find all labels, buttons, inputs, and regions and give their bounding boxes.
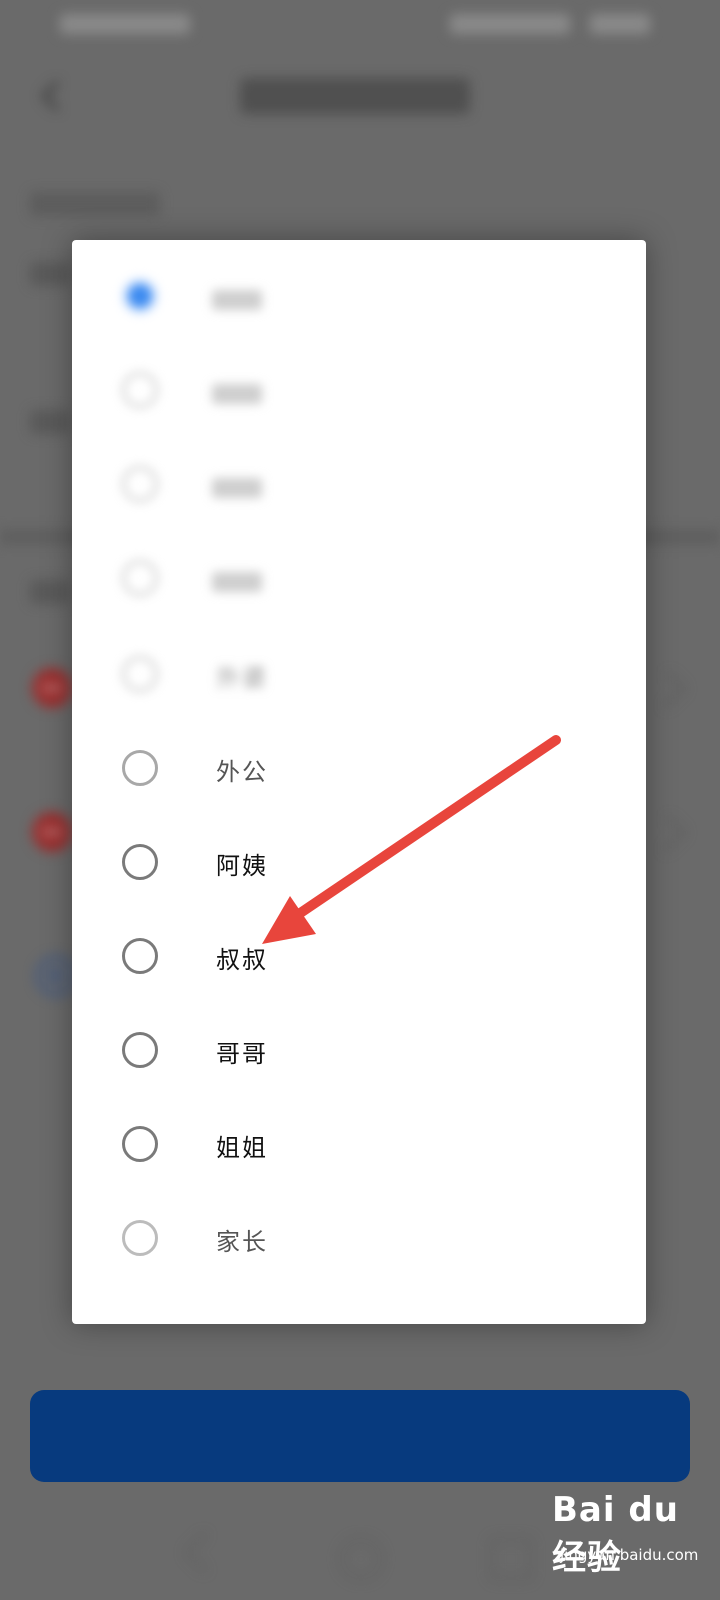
option-label: 外婆 [216,664,268,692]
battery-icon [450,14,570,34]
option-item[interactable]: 外公 [72,724,646,820]
clock-text [590,14,650,34]
dialog-blurred-region: 外婆 [72,240,646,720]
nav-recent-icon[interactable] [490,1538,532,1580]
option-item[interactable] [72,440,646,536]
minus-circle-icon[interactable] [32,668,72,708]
option-item[interactable] [72,534,646,630]
option-item[interactable]: 阿姨 [72,818,646,914]
option-label: 家长 [216,1228,268,1256]
radio-icon[interactable] [122,372,158,408]
bg-field-label [30,580,70,604]
page-title [240,78,470,114]
baidu-watermark: Bai du 经验 jingyan.baidu.com [552,1490,712,1590]
radio-icon[interactable] [122,560,158,596]
option-item[interactable]: 家长 [72,1194,646,1290]
signal-icon [60,14,190,34]
relationship-dialog: 外婆 外公 阿姨 叔叔 哥哥 姐姐 家长 [72,240,646,1324]
option-label: 姐姐 [216,1134,268,1162]
option-label: 哥哥 [216,1040,268,1068]
option-item[interactable]: 外婆 [72,630,646,726]
radio-icon[interactable] [122,466,158,502]
radio-icon[interactable] [122,1126,158,1162]
watermark-logo: Bai du 经验 [552,1490,679,1578]
radio-icon[interactable] [122,844,158,880]
nav-home-icon[interactable] [340,1538,382,1580]
watermark-url: jingyan.baidu.com [560,1546,699,1564]
chevron-right-icon [649,671,687,709]
option-item[interactable]: 姐姐 [72,1100,646,1196]
status-bar [0,0,720,50]
radio-icon[interactable] [122,656,158,692]
option-label [212,290,262,310]
radio-icon[interactable] [122,750,158,786]
option-item[interactable] [72,252,646,348]
radio-icon[interactable] [122,1032,158,1068]
plus-circle-icon[interactable] [36,956,76,996]
radio-selected-icon[interactable] [122,278,158,314]
option-label: 阿姨 [216,852,268,880]
option-item[interactable] [72,346,646,442]
chevron-right-icon [649,815,687,853]
option-label [212,478,262,498]
option-label: 外公 [216,758,268,786]
confirm-button[interactable] [30,1390,690,1482]
option-item[interactable]: 哥哥 [72,1006,646,1102]
option-label: 叔叔 [216,946,268,974]
option-label [212,572,262,592]
option-item[interactable]: 叔叔 [72,912,646,1008]
minus-circle-icon[interactable] [32,812,72,852]
nav-back-icon[interactable] [183,1531,226,1574]
chevron-left-icon[interactable] [34,78,70,114]
radio-icon[interactable] [122,1220,158,1256]
section-label [30,192,160,216]
bg-field-label [30,410,70,434]
radio-icon[interactable] [122,938,158,974]
bg-field-label [30,262,70,286]
option-label [212,384,262,404]
